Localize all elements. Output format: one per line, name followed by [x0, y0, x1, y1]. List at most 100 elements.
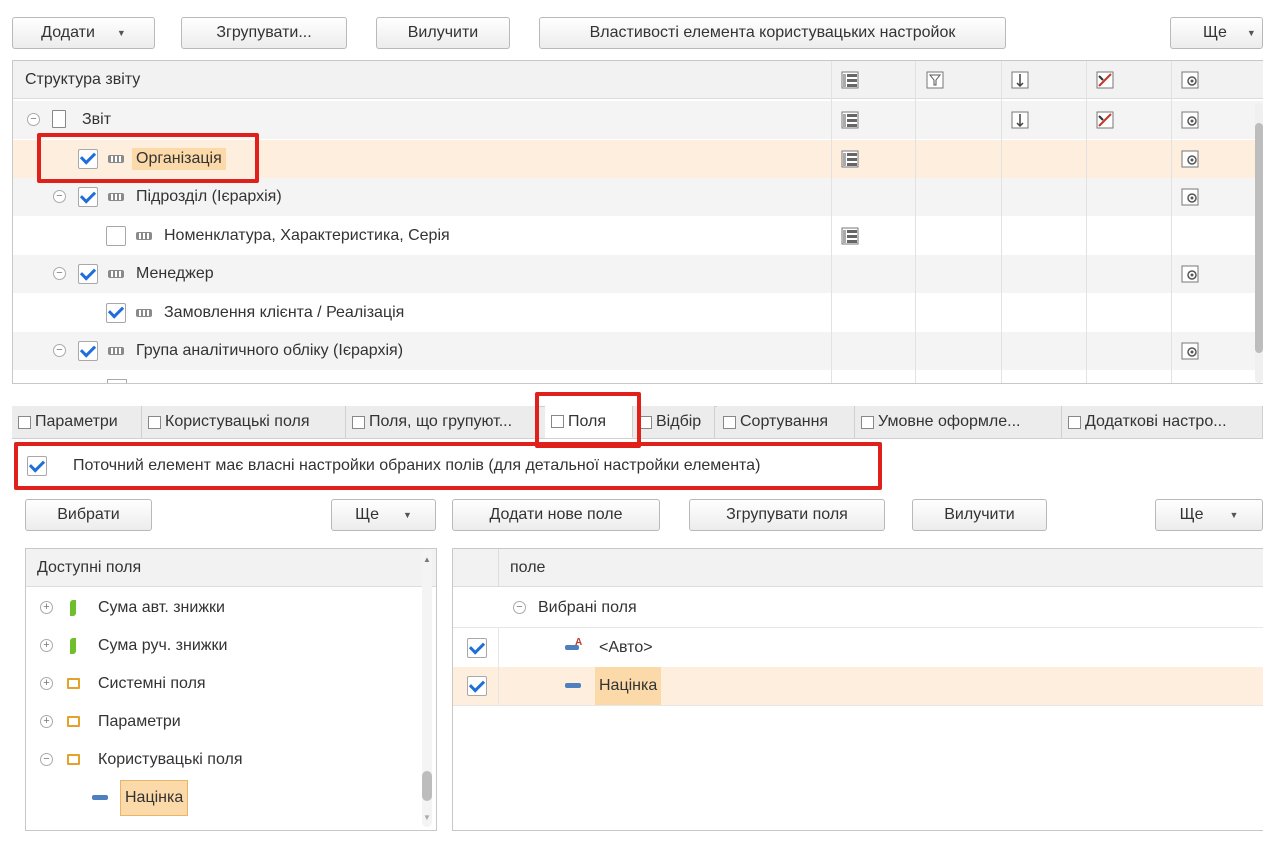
- column-header-sort-icon[interactable]: [1010, 70, 1030, 90]
- selected-fields-panel: поле − Вибрані поля A <Авто> Націнка: [452, 548, 1263, 831]
- sort-icon[interactable]: [1010, 70, 1030, 90]
- expand-icon[interactable]: +: [40, 677, 53, 690]
- tab-icon: [723, 415, 736, 429]
- available-field-item[interactable]: − Користувацькі поля: [26, 741, 436, 779]
- collapse-icon[interactable]: −: [53, 344, 66, 357]
- structure-row[interactable]: Номенклатура, Характеристика, Серія: [13, 217, 1263, 255]
- annotation-box-fields-tab: [535, 392, 641, 448]
- row-checkbox[interactable]: [78, 264, 98, 284]
- group-fields-icon[interactable]: [840, 149, 860, 169]
- filter-icon[interactable]: [925, 70, 945, 90]
- structure-scrollbar[interactable]: [1255, 103, 1263, 383]
- column-header-conditional-format-icon[interactable]: [1095, 70, 1115, 90]
- additional-settings-icon[interactable]: [1180, 341, 1200, 361]
- collapse-icon[interactable]: −: [40, 753, 53, 766]
- column-header-additional-settings-icon[interactable]: [1180, 70, 1200, 90]
- additional-settings-icon[interactable]: [1180, 110, 1200, 130]
- group-fields-icon[interactable]: [840, 226, 860, 246]
- row-checkbox[interactable]: [106, 225, 126, 246]
- structure-row[interactable]: − Група аналітичного обліку (Ієрархія): [13, 332, 1263, 370]
- available-field-item[interactable]: + Параметри: [26, 703, 436, 741]
- structure-row[interactable]: − Менеджер: [13, 255, 1263, 293]
- sort-icon[interactable]: [1010, 110, 1030, 130]
- available-field-item[interactable]: + Системні поля: [26, 665, 436, 703]
- row-checkbox[interactable]: [78, 341, 98, 361]
- tab-4[interactable]: Відбір: [633, 406, 715, 438]
- collapse-icon[interactable]: −: [53, 190, 66, 203]
- available-fields-scrollbar-thumb[interactable]: [422, 771, 432, 801]
- exclude-button-label: Вилучити: [407, 24, 479, 41]
- group-button[interactable]: Згрупувати...: [181, 17, 347, 49]
- structure-row-label: Звіт: [82, 111, 112, 128]
- conditional-format-icon[interactable]: [1095, 110, 1115, 130]
- tab-label: Додаткові настро...: [1085, 413, 1227, 430]
- add-button-label: Додати: [41, 24, 95, 41]
- conditional-format-icon[interactable]: [1095, 110, 1115, 130]
- available-fields-scrollbar[interactable]: ▲ ▼: [422, 551, 432, 827]
- available-field-item[interactable]: + Сума авт. знижки: [26, 589, 436, 627]
- tab-0[interactable]: Параметри: [12, 406, 142, 438]
- more-button-top[interactable]: Ще ▼: [1170, 17, 1263, 49]
- additional-settings-icon[interactable]: [1180, 264, 1200, 284]
- available-field-item[interactable]: Націнка: [26, 779, 436, 817]
- report-structure-header: Структура звіту: [13, 61, 1263, 99]
- additional-settings-icon[interactable]: [1180, 70, 1200, 90]
- column-header-filter-icon[interactable]: [925, 70, 945, 90]
- tab-1[interactable]: Користувацькі поля: [142, 406, 346, 438]
- row-checkbox[interactable]: [78, 187, 98, 207]
- additional-settings-icon[interactable]: [1180, 187, 1200, 207]
- scroll-down-icon[interactable]: ▼: [423, 813, 431, 822]
- group-fields-icon[interactable]: [840, 149, 860, 169]
- group-fields-icon[interactable]: [840, 70, 860, 90]
- grouping-field-icon: [108, 347, 124, 355]
- add-button[interactable]: Додати ▼: [12, 17, 155, 49]
- tab-2[interactable]: Поля, що групуют...: [346, 406, 536, 438]
- group-fields-icon[interactable]: [840, 110, 860, 130]
- structure-row[interactable]: − Підрозділ (Ієрархія): [13, 178, 1263, 216]
- additional-settings-icon[interactable]: [1180, 187, 1200, 207]
- group-fields-icon[interactable]: [840, 110, 860, 130]
- more-button-right-label: Ще: [1179, 506, 1204, 523]
- row-checkbox[interactable]: [106, 302, 126, 323]
- more-button-right[interactable]: Ще ▼: [1155, 499, 1263, 531]
- add-new-field-button[interactable]: Додати нове поле: [452, 499, 660, 531]
- expand-icon[interactable]: +: [40, 639, 53, 652]
- exclude-field-button[interactable]: Вилучити: [912, 499, 1047, 531]
- collapse-icon[interactable]: −: [513, 601, 526, 614]
- select-button[interactable]: Вибрати: [25, 499, 152, 531]
- selected-fields-group-row[interactable]: − Вибрані поля: [453, 589, 1263, 627]
- structure-row[interactable]: Замовлення клієнта / Реалізація: [13, 294, 1263, 332]
- exclude-button[interactable]: Вилучити: [376, 17, 510, 49]
- tab-5[interactable]: Сортування: [717, 406, 855, 438]
- collapse-icon[interactable]: −: [27, 113, 40, 126]
- additional-settings-icon[interactable]: [1180, 110, 1200, 130]
- selected-field-item[interactable]: Націнка: [453, 667, 1263, 705]
- selected-field-checkbox[interactable]: [467, 676, 487, 696]
- group-fields-button[interactable]: Згрупувати поля: [689, 499, 885, 531]
- selected-field-item[interactable]: A <Авто>: [453, 629, 1263, 667]
- tab-label: Умовне оформле...: [878, 413, 1021, 430]
- conditional-format-icon[interactable]: [1095, 70, 1115, 90]
- folder-icon: [67, 754, 80, 765]
- tab-6[interactable]: Умовне оформле...: [855, 406, 1062, 438]
- available-field-item[interactable]: + Сума руч. знижки: [26, 627, 436, 665]
- expand-icon[interactable]: +: [40, 715, 53, 728]
- structure-scrollbar-thumb[interactable]: [1255, 123, 1263, 353]
- expand-icon[interactable]: +: [40, 601, 53, 614]
- column-header-group-fields-icon[interactable]: [840, 70, 860, 90]
- additional-settings-icon[interactable]: [1180, 149, 1200, 169]
- collapse-icon[interactable]: −: [53, 267, 66, 280]
- tab-icon: [1068, 415, 1081, 429]
- additional-settings-icon[interactable]: [1180, 341, 1200, 361]
- scroll-up-icon[interactable]: ▲: [423, 555, 431, 564]
- sort-icon[interactable]: [1010, 110, 1030, 130]
- more-button-left[interactable]: Ще ▼: [331, 499, 436, 531]
- selected-field-checkbox[interactable]: [467, 638, 487, 658]
- available-fields-panel: Доступні поля + Сума авт. знижки + Сума руч…: [25, 548, 437, 831]
- additional-settings-icon[interactable]: [1180, 264, 1200, 284]
- group-fields-icon[interactable]: [840, 226, 860, 246]
- available-field-label: Сума руч. знижки: [98, 637, 228, 654]
- element-properties-button[interactable]: Властивості елемента користувацьких наст…: [539, 17, 1006, 49]
- tab-7[interactable]: Додаткові настро...: [1062, 406, 1263, 438]
- additional-settings-icon[interactable]: [1180, 149, 1200, 169]
